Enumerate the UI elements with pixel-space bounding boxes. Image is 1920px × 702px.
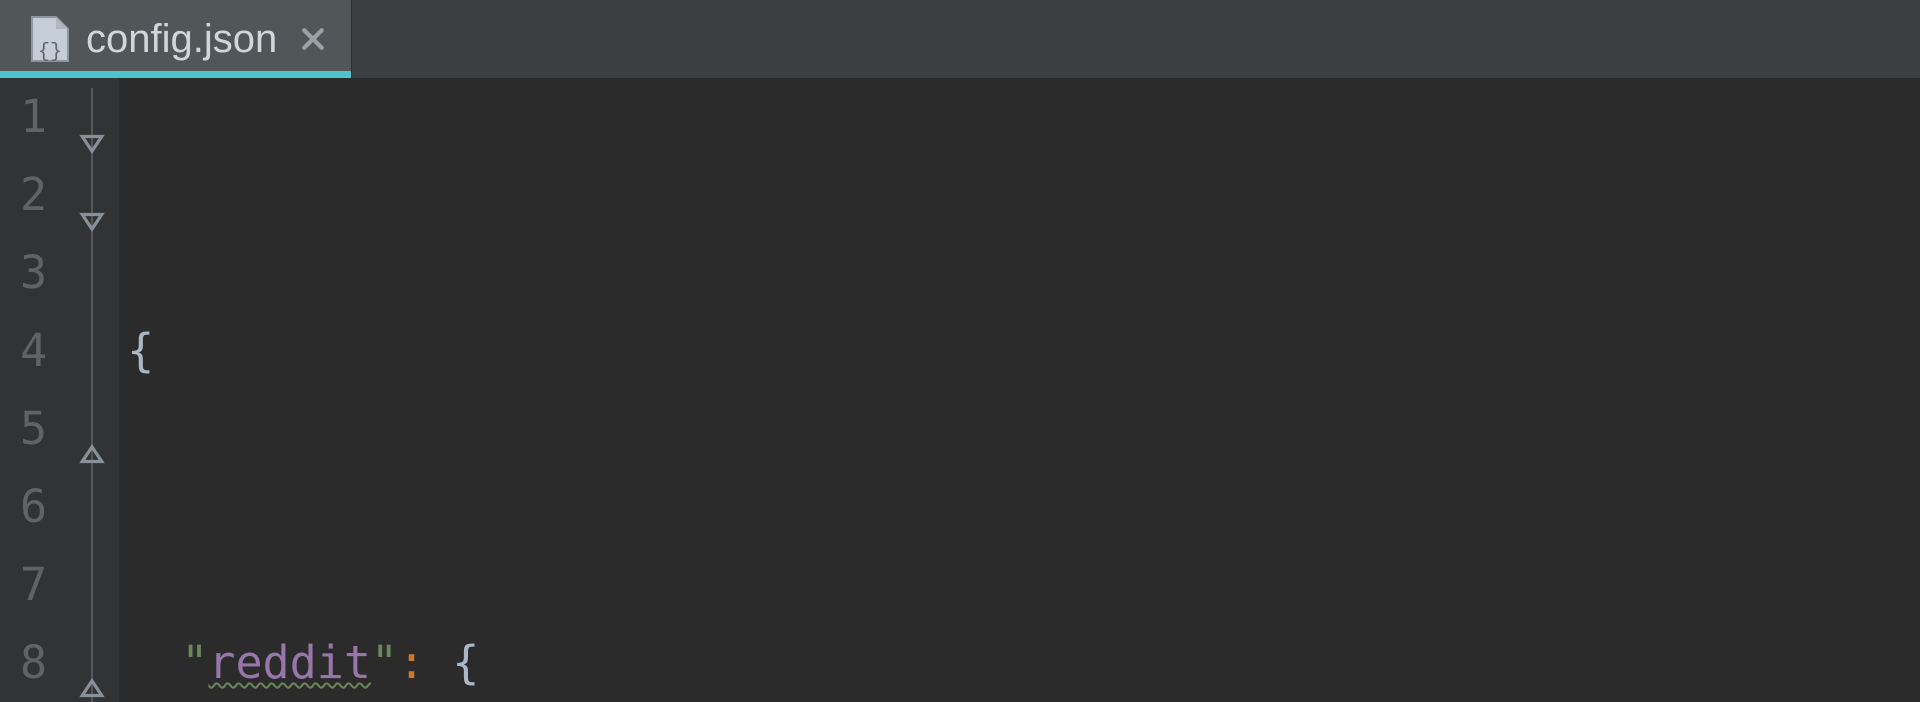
line-number: 1 [20, 78, 47, 156]
code-editor[interactable]: 1 2 3 4 5 6 7 8 { "reddit": { "client-id… [0, 78, 1920, 702]
fold-end-icon[interactable] [79, 648, 105, 674]
file-tab-config-json[interactable]: {} config.json [0, 0, 352, 78]
line-number-gutter: 1 2 3 4 5 6 7 8 [0, 78, 65, 702]
editor-tabbar: {} config.json [0, 0, 1920, 78]
file-tab-label: config.json [86, 17, 277, 62]
brace-open: { [127, 312, 154, 390]
fold-gutter [65, 78, 119, 702]
json-key: reddit [208, 624, 371, 702]
code-body[interactable]: { "reddit": { "client-id": "[reddit-clie… [119, 78, 1920, 702]
fold-toggle-icon[interactable] [79, 102, 105, 128]
code-line: "reddit": { [127, 624, 1920, 702]
fold-end-icon[interactable] [79, 414, 105, 440]
json-file-icon: {} [28, 15, 70, 63]
svg-text:{}: {} [38, 41, 62, 63]
line-number: 7 [20, 546, 47, 624]
brace-open: { [452, 624, 479, 702]
code-line: { [127, 312, 1920, 390]
line-number: 8 [20, 624, 47, 702]
line-number: 3 [20, 234, 47, 312]
line-number: 2 [20, 156, 47, 234]
close-tab-button[interactable] [299, 25, 327, 53]
line-number: 6 [20, 468, 47, 546]
line-number: 5 [20, 390, 47, 468]
fold-toggle-icon[interactable] [79, 180, 105, 206]
line-number: 4 [20, 312, 47, 390]
